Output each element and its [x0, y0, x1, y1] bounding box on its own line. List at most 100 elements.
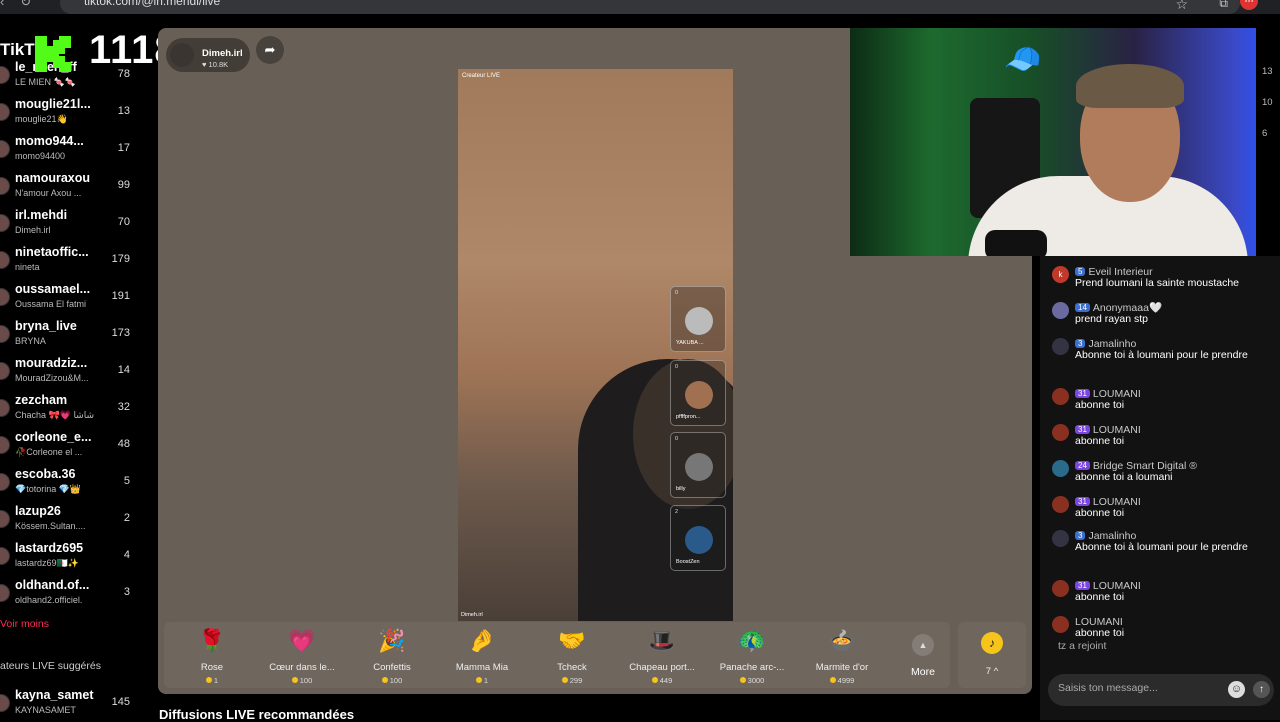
- guest-name: YAKUBA ...: [676, 340, 704, 346]
- gift-item[interactable]: 🤌 Mamma Mia 1: [438, 626, 526, 686]
- chat-avatar[interactable]: [1052, 616, 1069, 633]
- guest-card[interactable]: 0 YAKUBA ...: [670, 286, 726, 352]
- guest-name: BoostZen: [676, 559, 700, 565]
- sidebar-account[interactable]: irl.mehdi Dimeh.irl 70: [0, 208, 158, 244]
- chat-avatar[interactable]: [1052, 302, 1069, 319]
- gift-name: Confettis: [373, 662, 411, 673]
- guest-card[interactable]: 0 pffffpron...: [670, 360, 726, 426]
- gift-name: Mamma Mia: [455, 662, 509, 673]
- price-value: 100: [299, 676, 313, 685]
- guest-name: pffffpron...: [676, 414, 701, 420]
- coin-icon: [205, 677, 212, 683]
- gift-item[interactable]: 🌹 Rose 1: [168, 626, 256, 686]
- sidebar-account[interactable]: ninetaoffic... nineta 179: [0, 245, 158, 281]
- chat-avatar[interactable]: [1052, 460, 1069, 477]
- avatar: [0, 66, 10, 84]
- account-name: zezcham: [15, 393, 68, 407]
- send-icon[interactable]: ↑: [1253, 681, 1270, 698]
- guest-avatar: [685, 453, 713, 481]
- account-subtitle: momo94400: [15, 151, 66, 161]
- gift-item[interactable]: 🍲 Marmite d'or 4999: [798, 626, 886, 686]
- coin-icon: [739, 677, 746, 683]
- account-subtitle: oldhand2.officiel.: [15, 595, 83, 605]
- sidebar-account[interactable]: oussamael... Oussama El fatmi 191: [0, 282, 158, 318]
- gift-item[interactable]: 🎉 Confettis 100: [348, 626, 436, 686]
- guest-card[interactable]: 2 BoostZen: [670, 505, 726, 571]
- gift-item[interactable]: 🎩 Chapeau port... 449: [618, 626, 706, 686]
- emoji-icon[interactable]: ☺: [1228, 681, 1245, 698]
- sidebar-account[interactable]: momo944... momo94400 17: [0, 134, 158, 170]
- coins-label: 7 ^: [985, 666, 999, 677]
- guest-count: 2: [675, 509, 679, 515]
- chat-text: abonne toi: [1075, 435, 1125, 447]
- gift-item[interactable]: 🤝 Tcheck 299: [528, 626, 616, 686]
- account-subtitle: KAYNASAMET: [15, 705, 76, 715]
- coins-button[interactable]: ♪ 7 ^: [958, 622, 1026, 688]
- chevron-up-icon: ▲: [912, 634, 934, 656]
- chat-avatar[interactable]: [1052, 338, 1069, 355]
- gift-name: Cœur dans le...: [269, 662, 335, 673]
- avatar: [0, 436, 10, 454]
- guest-avatar: [685, 381, 713, 409]
- sidebar-account[interactable]: mouradziz... MouradZizou&M... 14: [0, 356, 158, 392]
- chat-avatar[interactable]: [1052, 530, 1069, 547]
- gift-item[interactable]: 🦚 Panache arc-... 3000: [708, 626, 796, 686]
- sidebar-account[interactable]: escoba.36 💎totorina 💎👑 5: [0, 467, 158, 503]
- level-badge: 31: [1075, 581, 1090, 590]
- sidebar-account[interactable]: namouraxou N'amour Axou ... 99: [0, 171, 158, 207]
- gift-price: 3000: [708, 676, 796, 685]
- guest-avatar: [685, 526, 713, 554]
- viewer-count: 173: [111, 327, 130, 339]
- chat-avatar[interactable]: [1052, 424, 1069, 441]
- webcam-overlay: 🧢: [850, 28, 1256, 256]
- sidebar-account[interactable]: mouglie21l... mouglie21👋 13: [0, 97, 158, 133]
- tiktok-logo-text[interactable]: TikT: [0, 40, 35, 60]
- sidebar-account[interactable]: zezcham Chacha 🎀💗 شاشا 32: [0, 393, 158, 429]
- chat-avatar[interactable]: [1052, 496, 1069, 513]
- video-top-label: Createur LIVE: [462, 73, 501, 79]
- avatar: [0, 547, 10, 565]
- price-value: 449: [659, 676, 673, 685]
- share-button[interactable]: ➦: [256, 36, 284, 64]
- back-icon[interactable]: ‹: [0, 0, 4, 9]
- voir-moins-link[interactable]: Voir moins: [0, 618, 49, 630]
- sidebar-account[interactable]: corleone_e... 🥀Corleone el ... 48: [0, 430, 158, 466]
- level-badge: 3: [1075, 339, 1086, 348]
- sidebar-account[interactable]: lastardz695 lastardz69🇩🇿✨ 4: [0, 541, 158, 577]
- reload-icon[interactable]: ↻: [20, 0, 31, 9]
- account-subtitle: nineta: [15, 262, 40, 272]
- bookmark-star-icon[interactable]: ☆: [1175, 0, 1188, 13]
- chat-avatar[interactable]: k: [1052, 266, 1069, 283]
- sidebar-account[interactable]: oldhand.of... oldhand2.officiel. 3: [0, 578, 158, 614]
- chat-text: abonne toi a loumani: [1075, 471, 1173, 483]
- level-badge: 3: [1075, 531, 1086, 540]
- gift-item[interactable]: 💗 Cœur dans le... 100: [258, 626, 346, 686]
- profile-avatar[interactable]: m: [1240, 0, 1258, 10]
- sidebar-account[interactable]: lazup26 Kössem.Sultan.... 2: [0, 504, 158, 540]
- browser-toolbar: ‹ ↻ tiktok.com/@irl.mehdi/live ☆ ⧉ m: [0, 0, 1280, 14]
- guest-count: 0: [675, 436, 679, 442]
- chat-avatar[interactable]: [1052, 388, 1069, 405]
- gift-price: 4999: [798, 676, 886, 685]
- extensions-icon[interactable]: ⧉: [1219, 0, 1228, 11]
- more-gifts-button[interactable]: ▲ More: [900, 626, 946, 686]
- hair-shape: [1076, 64, 1184, 108]
- gift-name: Marmite d'or: [815, 662, 869, 673]
- viewer-count: 179: [111, 253, 130, 265]
- address-bar[interactable]: tiktok.com/@irl.mehdi/live: [60, 0, 1240, 14]
- gift-price: 1: [438, 676, 526, 685]
- gift-icon: 🌹: [198, 628, 226, 653]
- gift-price: 299: [528, 676, 616, 685]
- sidebar-account[interactable]: bryna_live BRYNA 173: [0, 319, 158, 355]
- gift-name: Tcheck: [557, 662, 587, 673]
- chat-text: abonne toi: [1075, 399, 1125, 411]
- gift-name: Rose: [200, 662, 224, 673]
- account-subtitle: Kössem.Sultan....: [15, 521, 86, 531]
- account-name: kayna_samet: [15, 688, 94, 702]
- chat-message-input[interactable]: [1058, 682, 1218, 694]
- guest-card[interactable]: 0 billy: [670, 432, 726, 498]
- host-avatar: [170, 43, 194, 67]
- chat-avatar[interactable]: [1052, 580, 1069, 597]
- suggested-account[interactable]: kayna_samet KAYNASAMET 145: [0, 688, 158, 720]
- host-chip[interactable]: Dimeh.irl ♥ 10.8K: [166, 38, 250, 72]
